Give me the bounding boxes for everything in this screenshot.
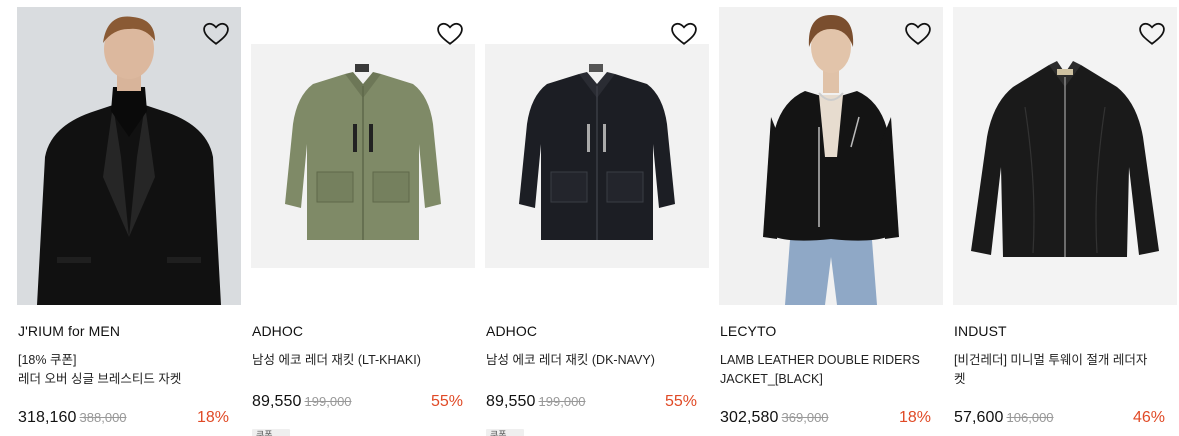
coupon-badge: 쿠폰 — [252, 429, 290, 436]
product-name-line: 남성 에코 레더 재킷 (LT-KHAKI) — [252, 353, 421, 367]
discount-rate: 18% — [196, 409, 229, 426]
product-image[interactable] — [17, 7, 241, 305]
original-price: 388,000 — [79, 410, 127, 425]
sale-price: 57,600 — [954, 409, 1004, 426]
product-image[interactable] — [719, 7, 943, 305]
sale-price: 318,160 — [18, 409, 77, 426]
price-row: 89,550 199,000 55% — [252, 393, 463, 415]
product-name[interactable]: 남성 에코 레더 재킷 (LT-KHAKI) — [252, 351, 470, 370]
product-card[interactable]: INDUST [비건레더] 미니멀 투웨이 절개 레더자 켓 57,600 106… — [953, 0, 1177, 436]
brand-name[interactable]: LECYTO — [720, 323, 776, 339]
product-name-line: 레더 오버 싱글 브레스티드 자켓 — [18, 372, 182, 386]
navy-jacket-illustration — [485, 44, 709, 268]
model-blazer-illustration — [17, 7, 241, 305]
product-name-line: 남성 에코 레더 재킷 (DK-NAVY) — [486, 353, 655, 367]
brand-name[interactable]: INDUST — [954, 323, 1007, 339]
product-image[interactable] — [485, 44, 709, 268]
wishlist-heart-icon[interactable] — [671, 22, 697, 46]
product-name-line: [비건레더] 미니멀 투웨이 절개 레더자 — [954, 353, 1148, 367]
model-riders-illustration — [719, 7, 943, 305]
original-price: 369,000 — [781, 410, 829, 425]
brand-name[interactable]: J'RIUM for MEN — [18, 323, 120, 339]
original-price: 106,000 — [1006, 410, 1054, 425]
brand-name[interactable]: ADHOC — [252, 323, 303, 339]
price-row: 89,550 199,000 55% — [486, 393, 697, 415]
product-image[interactable] — [953, 7, 1177, 305]
sale-price: 302,580 — [720, 409, 779, 426]
product-card[interactable]: ADHOC 남성 에코 레더 재킷 (DK-NAVY) 89,550 199,00… — [485, 0, 709, 436]
discount-rate: 18% — [898, 409, 931, 426]
product-image[interactable] — [251, 44, 475, 268]
product-card[interactable]: LECYTO LAMB LEATHER DOUBLE RIDERS JACKET… — [719, 0, 943, 436]
price-row: 318,160 388,000 18% — [18, 409, 229, 431]
khaki-jacket-illustration — [251, 44, 475, 268]
product-name[interactable]: LAMB LEATHER DOUBLE RIDERS JACKET_[BLACK… — [720, 351, 938, 389]
sale-price: 89,550 — [486, 393, 536, 410]
product-name-line: JACKET_[BLACK] — [720, 372, 823, 386]
original-price: 199,000 — [304, 394, 352, 409]
product-name[interactable]: [비건레더] 미니멀 투웨이 절개 레더자 켓 — [954, 351, 1172, 389]
price-row: 57,600 106,000 46% — [954, 409, 1165, 431]
wishlist-heart-icon[interactable] — [905, 22, 931, 46]
discount-rate: 46% — [1132, 409, 1165, 426]
product-name-line: 켓 — [954, 372, 966, 386]
zip-jacket-illustration — [953, 7, 1177, 305]
product-name-line: LAMB LEATHER DOUBLE RIDERS — [720, 353, 920, 367]
coupon-badge: 쿠폰 — [486, 429, 524, 436]
wishlist-heart-icon[interactable] — [1139, 22, 1165, 46]
original-price: 199,000 — [538, 394, 586, 409]
product-name-line: [18% 쿠폰] — [18, 353, 77, 367]
wishlist-heart-icon[interactable] — [203, 22, 229, 46]
discount-rate: 55% — [430, 393, 463, 410]
wishlist-heart-icon[interactable] — [437, 22, 463, 46]
product-name[interactable]: 남성 에코 레더 재킷 (DK-NAVY) — [486, 351, 704, 370]
brand-name[interactable]: ADHOC — [486, 323, 537, 339]
product-card[interactable]: ADHOC 남성 에코 레더 재킷 (LT-KHAKI) 89,550 199,0… — [251, 0, 475, 436]
discount-rate: 55% — [664, 393, 697, 410]
product-card[interactable]: J'RIUM for MEN [18% 쿠폰] 레더 오버 싱글 브레스티드 자… — [17, 0, 241, 436]
sale-price: 89,550 — [252, 393, 302, 410]
price-row: 302,580 369,000 18% — [720, 409, 931, 431]
product-name[interactable]: [18% 쿠폰] 레더 오버 싱글 브레스티드 자켓 — [18, 351, 236, 389]
